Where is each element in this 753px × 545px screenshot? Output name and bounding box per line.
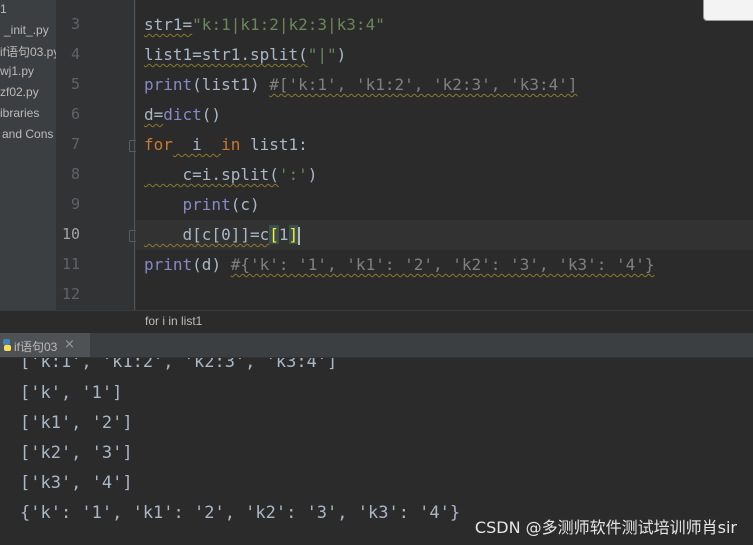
popup-window-edge [703, 0, 753, 21]
line-number: 6 [70, 105, 80, 123]
code-editor[interactable]: str1="k:1|k1:2|k2:3|k3:4" list1=str1.spl… [136, 0, 753, 310]
tree-item-libraries[interactable]: ibraries [0, 106, 39, 120]
console-line: ['k2', '3'] [20, 443, 133, 463]
breadcrumb[interactable]: for i in list1 [0, 310, 753, 333]
line-number: 12 [61, 285, 80, 303]
console-line: {'k': '1', 'k1': '2', 'k2': '3', 'k3': '… [20, 503, 461, 523]
code-line-10: d[c[0]]=c[1] [144, 225, 301, 245]
code-line-9: print(c) [182, 195, 260, 214]
tree-item-folder[interactable]: 1 [0, 2, 7, 16]
text-caret [298, 226, 301, 245]
line-number: 3 [70, 15, 80, 33]
python-icon [3, 339, 11, 351]
gutter-separator [134, 0, 135, 310]
line-number-current: 10 [61, 225, 80, 243]
watermark: CSDN @多测师软件测试培训师肖sir [474, 518, 737, 537]
line-number: 8 [70, 165, 80, 183]
line-number: 7 [70, 135, 80, 153]
run-tab[interactable]: if语句03 × [0, 333, 90, 357]
run-tab-label: if语句03 [14, 340, 58, 354]
matched-bracket: ] [288, 225, 299, 244]
code-line-8: c=i.split(':') [144, 165, 318, 184]
close-icon[interactable]: × [64, 337, 75, 352]
code-line-7: for i in list1: [144, 135, 308, 154]
tree-item-wj1[interactable]: wj1.py [0, 64, 34, 78]
console-line: ['k:1', 'k1:2', 'k2:3', 'k3:4'] [20, 358, 338, 372]
line-number: 11 [61, 255, 80, 273]
code-line-5: print(list1) #['k:1', 'k1:2', 'k2:3', 'k… [144, 75, 578, 94]
console-line: ['k3', '4'] [20, 473, 133, 493]
code-line-6: d=dict() [144, 105, 222, 124]
editor-gutter: 3 4 5 6 7 8 9 10 11 12 [56, 0, 139, 310]
code-line-4: list1=str1.split("|") [144, 45, 347, 64]
code-line-11: print(d) #{'k': '1', 'k1': '2', 'k2': '3… [144, 255, 655, 274]
line-number: 5 [70, 75, 80, 93]
line-number: 4 [70, 45, 80, 63]
breadcrumb-item[interactable]: for i in list1 [145, 314, 202, 328]
tree-item-zf02[interactable]: zf02.py [0, 85, 39, 99]
matched-bracket: [ [269, 225, 279, 244]
line-number: 9 [70, 195, 80, 213]
run-tool-window-header: if语句03 × [0, 333, 753, 358]
console-line: ['k', '1'] [20, 383, 123, 403]
console-line: ['k1', '2'] [20, 413, 133, 433]
code-line-3: str1="k:1|k1:2|k2:3|k3:4" [144, 15, 385, 34]
